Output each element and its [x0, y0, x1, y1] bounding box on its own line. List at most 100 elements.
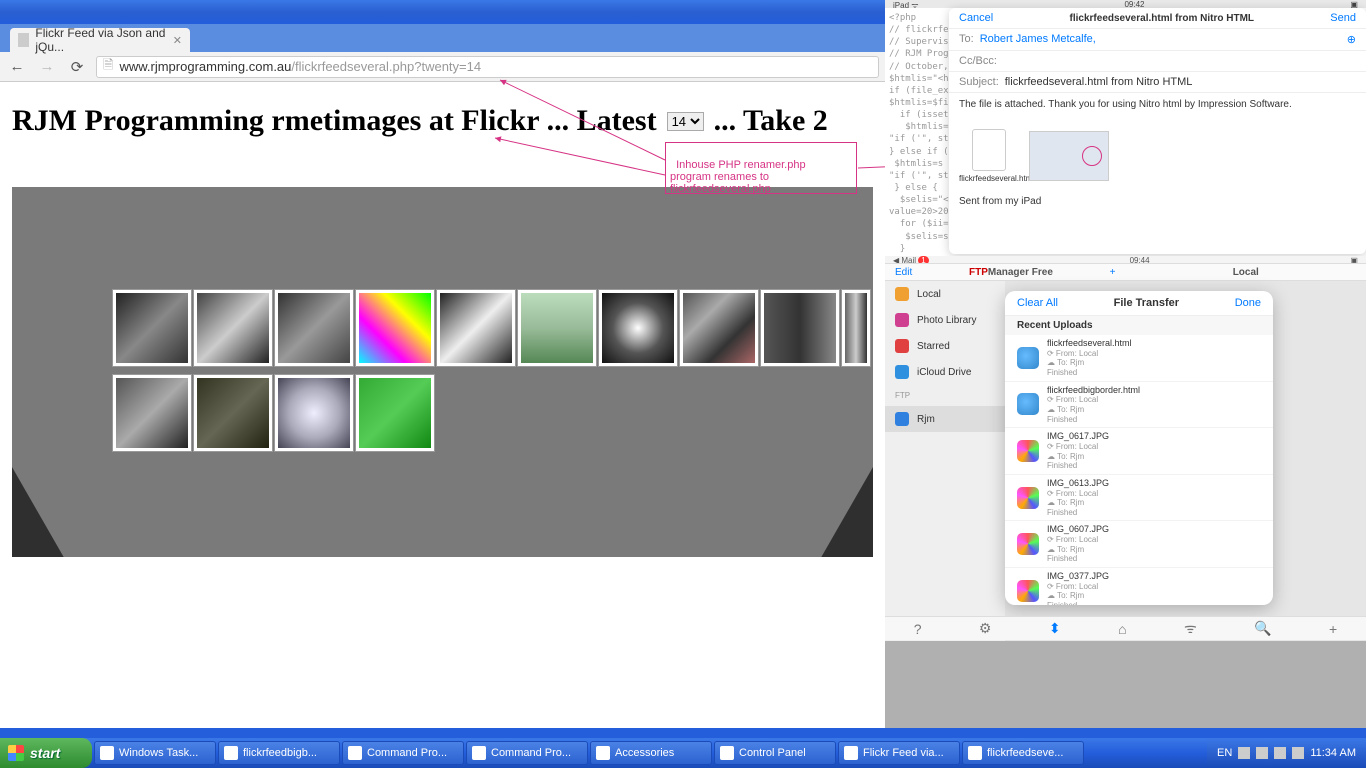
address-bar[interactable]: 🗎 www.rjmprogramming.com.au/flickrfeedse… — [96, 56, 879, 78]
globe-icon — [895, 412, 909, 426]
count-select[interactable]: 14 — [667, 112, 704, 131]
mail-ccbcc-row[interactable]: Cc/Bcc: — [949, 51, 1366, 72]
done-button[interactable]: Done — [1235, 297, 1261, 309]
clear-all-button[interactable]: Clear All — [1017, 297, 1058, 309]
thumbnail[interactable] — [517, 289, 597, 367]
task-icon — [348, 746, 362, 760]
thumbnail[interactable] — [760, 289, 840, 367]
plus-icon[interactable]: + — [1329, 621, 1337, 637]
file-to: ☁ To: Rjm — [1047, 545, 1109, 555]
sidebar-section: FTP — [885, 385, 1005, 406]
start-button[interactable]: start — [0, 738, 92, 768]
attachment-file[interactable]: flickrfeedseveral.html — [959, 129, 1019, 183]
edit-button[interactable]: Edit — [895, 267, 912, 278]
ftp-area: Local Photo Library Starred iCloud Drive… — [885, 281, 1366, 641]
gear-icon[interactable]: ⚙ — [979, 620, 992, 637]
search-icon[interactable]: 🔍 — [1254, 620, 1271, 637]
ftp-nav: Edit FTPManager Free + Local — [885, 263, 1366, 281]
transfer-item[interactable]: IMG_0617.JPG⟳ From: Local☁ To: RjmFinish… — [1005, 428, 1273, 475]
taskbar-item[interactable]: Control Panel — [714, 741, 836, 765]
mail-body[interactable]: The file is attached. Thank you for usin… — [949, 93, 1366, 213]
thumbnail[interactable] — [436, 289, 516, 367]
cloud-icon — [895, 365, 909, 379]
thumbnail[interactable] — [598, 289, 678, 367]
star-icon — [895, 339, 909, 353]
tray-icon[interactable] — [1238, 747, 1250, 759]
transfer-icon[interactable]: ⬍ — [1049, 620, 1061, 637]
mail-to-row[interactable]: To: Robert James Metcalfe, ⊕ — [949, 29, 1366, 51]
mail-body-text: The file is attached. Thank you for usin… — [959, 99, 1356, 110]
file-to: ☁ To: Rjm — [1047, 591, 1109, 601]
tray-icon[interactable] — [1292, 747, 1304, 759]
transfer-list: flickrfeedseveral.html⟳ From: Local☁ To:… — [1005, 335, 1273, 605]
tray-lang[interactable]: EN — [1217, 747, 1232, 759]
system-tray[interactable]: EN 11:34 AM — [1207, 738, 1366, 768]
wifi-icon[interactable]: ᯤ — [1184, 619, 1197, 638]
tray-clock[interactable]: 11:34 AM — [1310, 747, 1356, 759]
chrome-tabstrip: Flickr Feed via Json and jQu... ✕ — [0, 24, 885, 52]
tray-icon[interactable] — [1274, 747, 1286, 759]
favicon-icon — [18, 33, 29, 47]
task-label: Command Pro... — [491, 747, 571, 759]
add-button[interactable]: + — [1110, 267, 1116, 278]
help-icon[interactable]: ? — [914, 621, 922, 637]
reload-button[interactable]: ⟳ — [66, 56, 88, 78]
thumbnail[interactable] — [841, 289, 871, 367]
taskbar-item[interactable]: Windows Task... — [94, 741, 216, 765]
transfer-item[interactable]: flickrfeedseveral.html⟳ From: Local☁ To:… — [1005, 335, 1273, 382]
file-to: ☁ To: Rjm — [1047, 358, 1132, 368]
sent-from: Sent from my iPad — [959, 196, 1041, 207]
file-type-icon — [1017, 440, 1039, 462]
thumbnail[interactable] — [193, 289, 273, 367]
to-value: Robert James Metcalfe, — [980, 33, 1096, 46]
thumbnail-row — [112, 289, 871, 367]
taskbar-item[interactable]: Accessories — [590, 741, 712, 765]
transfer-item[interactable]: IMG_0607.JPG⟳ From: Local☁ To: RjmFinish… — [1005, 521, 1273, 568]
transfer-item[interactable]: IMG_0377.JPG⟳ From: Local☁ To: RjmFinish… — [1005, 568, 1273, 605]
task-label: Flickr Feed via... — [863, 747, 944, 759]
chrome-tab[interactable]: Flickr Feed via Json and jQu... ✕ — [10, 28, 190, 52]
forward-button[interactable]: → — [36, 56, 58, 78]
home-icon[interactable]: ⌂ — [1118, 621, 1126, 637]
transfer-item[interactable]: IMG_0613.JPG⟳ From: Local☁ To: RjmFinish… — [1005, 475, 1273, 522]
taskbar-item[interactable]: Command Pro... — [466, 741, 588, 765]
annotation-circle — [1082, 146, 1102, 166]
mail-subject-row[interactable]: Subject: flickrfeedseveral.html from Nit… — [949, 72, 1366, 93]
mail-header: Cancel flickrfeedseveral.html from Nitro… — [949, 8, 1366, 29]
task-label: flickrfeedbigb... — [243, 747, 317, 759]
add-recipient-icon[interactable]: ⊕ — [1347, 33, 1356, 46]
transfer-item[interactable]: flickrfeedbigborder.html⟳ From: Local☁ T… — [1005, 382, 1273, 429]
annotation-renamer: Inhouse PHP renamer.php program renames … — [670, 159, 806, 195]
taskbar-item[interactable]: Command Pro... — [342, 741, 464, 765]
sidebar-item-starred[interactable]: Starred — [885, 333, 1005, 359]
sidebar-item-rjm[interactable]: Rjm — [885, 406, 1005, 432]
close-icon[interactable]: ✕ — [173, 34, 182, 47]
thumbnail[interactable] — [112, 289, 192, 367]
thumbnail[interactable] — [274, 289, 354, 367]
task-icon — [472, 746, 486, 760]
file-type-icon — [1017, 347, 1039, 369]
taskbar-item[interactable]: flickrfeedseve... — [962, 741, 1084, 765]
thumbnail[interactable] — [679, 289, 759, 367]
thumbnail[interactable] — [355, 289, 435, 367]
file-icon — [972, 129, 1006, 171]
sidebar-item-photo[interactable]: Photo Library — [885, 307, 1005, 333]
thumbnail[interactable] — [355, 374, 435, 452]
file-from: ⟳ From: Local — [1047, 349, 1132, 359]
thumbnail[interactable] — [112, 374, 192, 452]
chrome-toolbar: ← → ⟳ 🗎 www.rjmprogramming.com.au/flickr… — [0, 52, 885, 82]
taskbar-item[interactable]: Flickr Feed via... — [838, 741, 960, 765]
tray-icon[interactable] — [1256, 747, 1268, 759]
taskbar-item[interactable]: flickrfeedbigb... — [218, 741, 340, 765]
send-button[interactable]: Send — [1330, 12, 1356, 24]
task-label: Command Pro... — [367, 747, 447, 759]
file-from: ⟳ From: Local — [1047, 582, 1109, 592]
back-button[interactable]: ← — [6, 56, 28, 78]
sidebar-item-local[interactable]: Local — [885, 281, 1005, 307]
mail-attachment: flickrfeedseveral.html — [959, 129, 1109, 183]
thumbnail[interactable] — [274, 374, 354, 452]
thumbnail[interactable] — [193, 374, 273, 452]
sidebar-item-icloud[interactable]: iCloud Drive — [885, 359, 1005, 385]
cancel-button[interactable]: Cancel — [959, 12, 993, 24]
ftp-nav-right: Local — [1126, 264, 1366, 280]
